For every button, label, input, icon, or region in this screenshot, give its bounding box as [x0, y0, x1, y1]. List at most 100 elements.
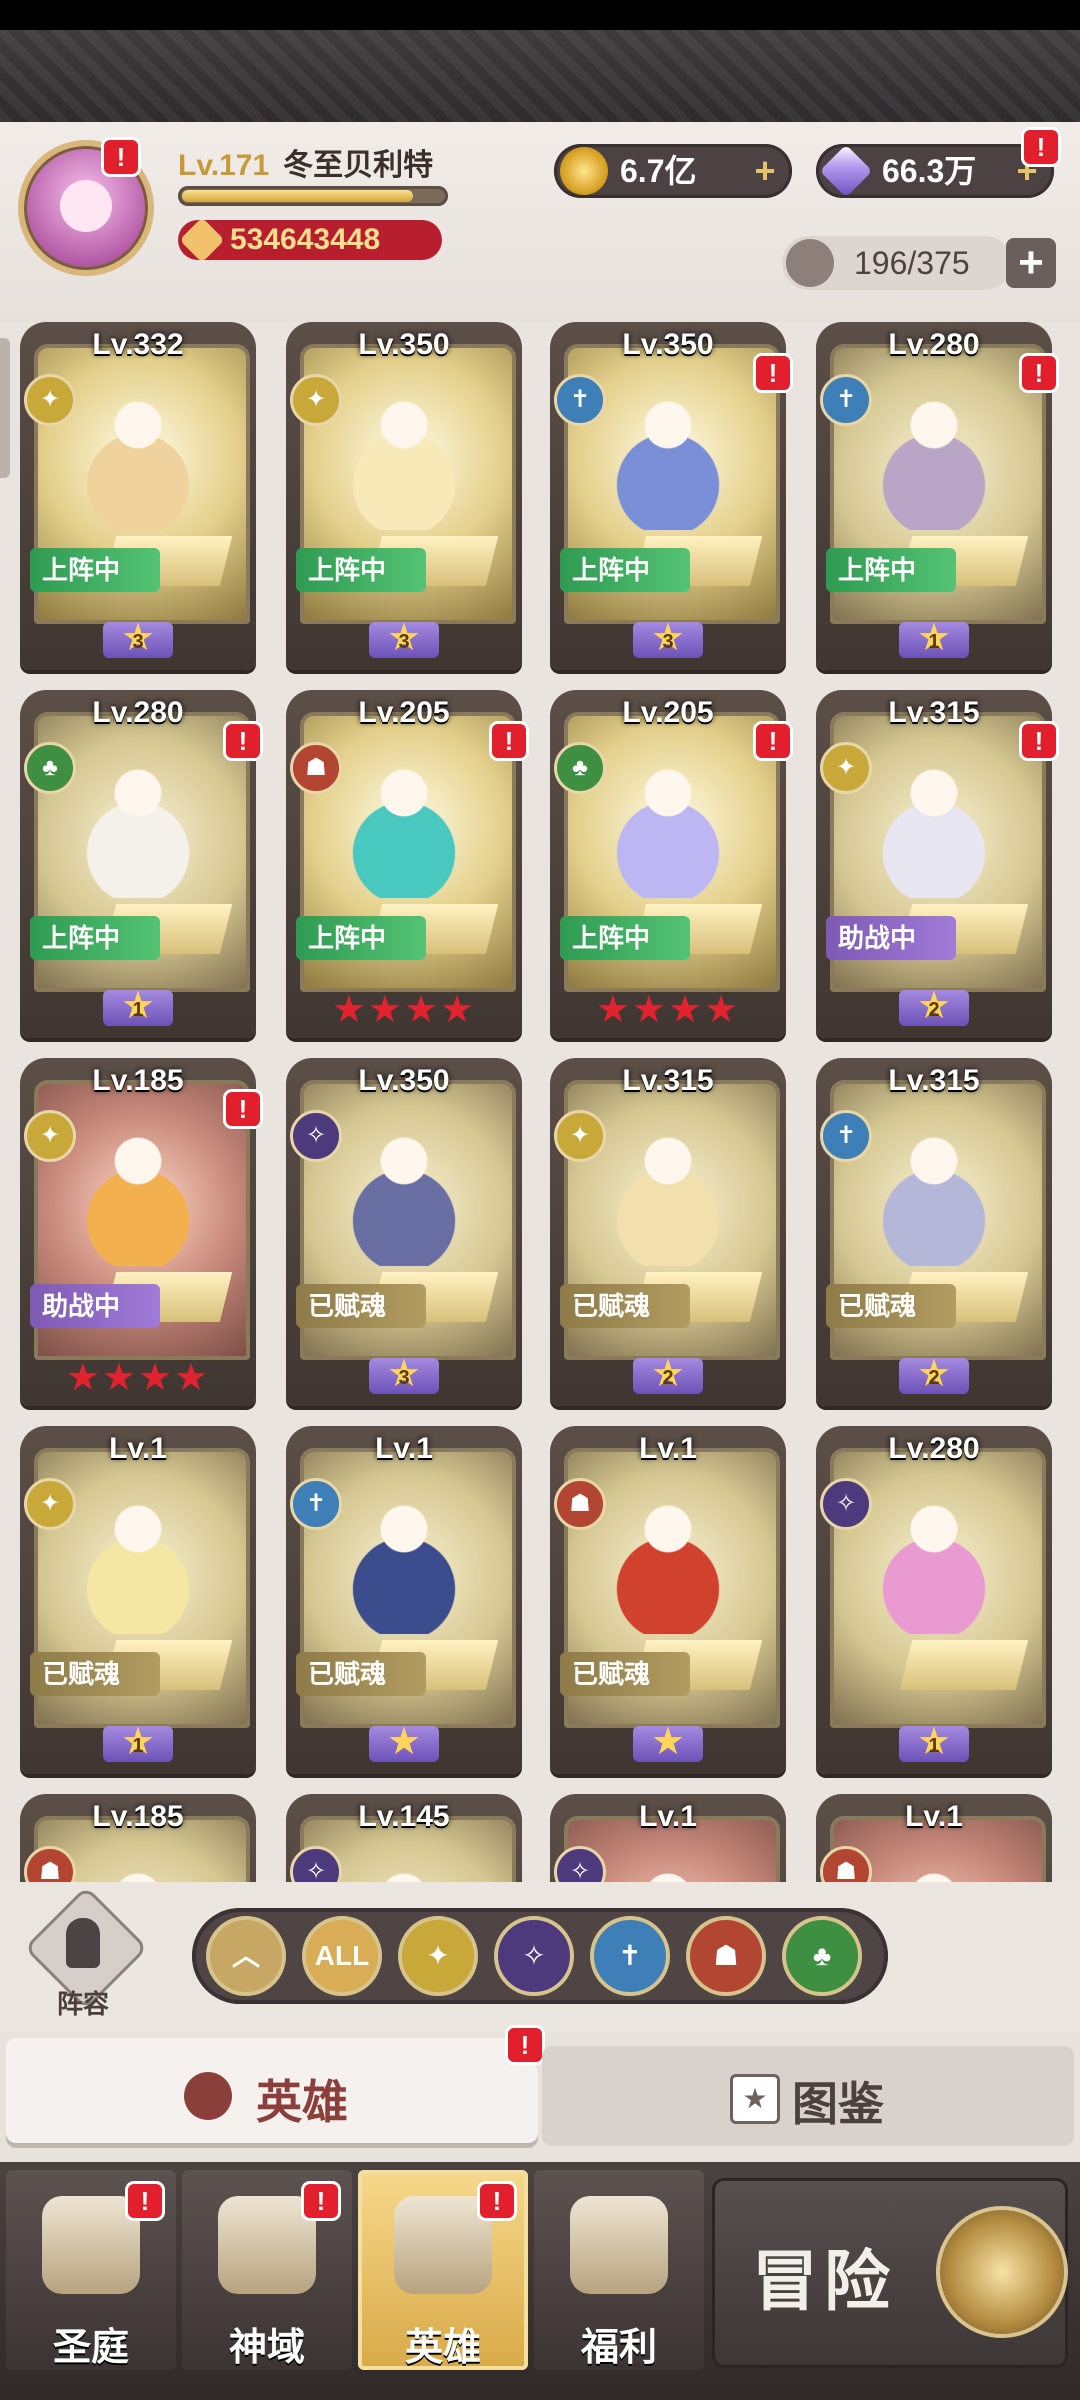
hero-star-rank: ★ 3: [550, 619, 786, 662]
hero-star-rank: ★: [286, 1723, 522, 1766]
hero-card[interactable]: Lv.315 ✦! 助战中 ★ 2: [816, 690, 1056, 1038]
hero-level: Lv.185: [92, 1800, 184, 1833]
star-count: 2: [928, 1367, 940, 1389]
gold-coin-icon: [560, 147, 608, 195]
star-count: 1: [928, 631, 940, 653]
hero-alert-badge: !: [226, 1092, 260, 1126]
player-name: 冬至贝利特: [283, 149, 434, 182]
hero-star-rank: ★ 1: [20, 1723, 256, 1766]
hero-card[interactable]: Lv.1 ✧: [550, 1794, 786, 1882]
beast-faction-icon: ☗: [290, 742, 342, 794]
hero-card[interactable]: Lv.185 ☗: [20, 1794, 256, 1882]
hero-sprite: [334, 748, 474, 898]
lineup-label: 阵容: [56, 1989, 109, 2019]
hero-card[interactable]: Lv.185 ✦! 助战中 ★★★★: [20, 1058, 260, 1406]
hero-pedestal: [899, 1640, 1029, 1690]
hero-card[interactable]: Lv.1 ✝ 已赋魂 ★: [286, 1426, 522, 1774]
hero-card[interactable]: Lv.280 ✝! 上阵中 ★ 1: [816, 322, 1056, 670]
hero-capacity-value: 196/375: [854, 245, 970, 281]
hero-card[interactable]: Lv.1 ☗: [816, 1794, 1052, 1882]
hero-level: Lv.1: [109, 1432, 167, 1465]
hero-star-rank: ★ 3: [20, 619, 256, 662]
lineup-button[interactable]: 阵容: [23, 1885, 149, 2019]
star-plate: ★ 3: [633, 619, 703, 658]
hero-card[interactable]: Lv.280 ✧ ★ 1: [816, 1426, 1052, 1774]
hero-status-tag: 已赋魂: [296, 1284, 426, 1328]
gold-currency[interactable]: 6.7亿 +: [554, 144, 792, 198]
hero-card[interactable]: Lv.205 ☗! 上阵中 ★★★★: [286, 690, 526, 1038]
tab-codex[interactable]: ★ 图鉴: [542, 2046, 1074, 2146]
hero-helmet-icon: [184, 2072, 232, 2120]
hero-card[interactable]: Lv.315 ✝ 已赋魂 ★ 2: [816, 1058, 1052, 1406]
hero-star-rank: ★ 1: [816, 619, 1052, 662]
avatar-alert-badge: !: [104, 140, 138, 174]
star-count: 1: [132, 1735, 144, 1757]
hero-card[interactable]: Lv.1 ☗ 已赋魂 ★: [550, 1426, 786, 1774]
hero-sprite: [598, 1116, 738, 1266]
hero-status-tag: 上阵中: [30, 548, 160, 592]
hero-sprite: [68, 748, 208, 898]
nav-icon: [570, 2196, 668, 2294]
hero-sprite: [864, 1484, 1004, 1634]
filter-holy-icon[interactable]: ✝: [590, 1916, 670, 1996]
faction-filter-bar: ︿ ALL ✦ ✧ ✝ ☗ ♣: [192, 1908, 888, 2004]
hero-level: Lv.315: [622, 1064, 714, 1097]
hero-card[interactable]: Lv.145 ✧: [286, 1794, 522, 1882]
player-level-name: Lv.171 冬至贝利特: [178, 140, 433, 184]
hero-card[interactable]: Lv.315 ✦ 已赋魂 ★ 2: [550, 1058, 786, 1406]
filter-dark-icon[interactable]: ✧: [494, 1916, 574, 1996]
filter-all-button[interactable]: ALL: [302, 1916, 382, 1996]
hero-card[interactable]: Lv.350 ✝! 上阵中 ★ 3: [550, 322, 790, 670]
hero-level: Lv.205: [358, 696, 450, 729]
hero-card[interactable]: Lv.350 ✦ 上阵中 ★ 3: [286, 322, 522, 670]
compass-icon: [936, 2206, 1068, 2338]
filter-up-icon[interactable]: ︿: [206, 1916, 286, 1996]
filter-nature-icon[interactable]: ♣: [782, 1916, 862, 1996]
hero-card[interactable]: Lv.205 ♣! 上阵中 ★★★★: [550, 690, 790, 1038]
light-faction-icon: ✦: [554, 1110, 606, 1162]
hero-sprite: [864, 1116, 1004, 1266]
hero-alert-badge: !: [492, 724, 526, 758]
hero-card[interactable]: Lv.332 ✦ 上阵中 ★ 3: [20, 322, 256, 670]
hero-level: Lv.280: [92, 696, 184, 729]
hero-card[interactable]: Lv.1 ✦ 已赋魂 ★ 1: [20, 1426, 256, 1774]
hero-star-rank: ★ 1: [20, 987, 256, 1030]
star-count: 3: [132, 631, 144, 653]
gem-currency[interactable]: 66.3万 +: [816, 144, 1054, 198]
hero-card[interactable]: Lv.280 ♣! 上阵中 ★ 1: [20, 690, 260, 1038]
tab-heroes[interactable]: 英雄: [6, 2038, 538, 2148]
nav-alert-badge: !: [304, 2184, 338, 2218]
hero-star-rank: ★ 1: [816, 1723, 1052, 1766]
hero-status-tag: 已赋魂: [296, 1652, 426, 1696]
tab-codex-label: 图鉴: [792, 2078, 884, 2130]
hero-card[interactable]: Lv.350 ✧ 已赋魂 ★ 3: [286, 1058, 522, 1406]
hero-star-rank: ★ 3: [286, 619, 522, 662]
diamond-icon: [819, 144, 873, 198]
dark-faction-icon: ✧: [290, 1110, 342, 1162]
star-count: 3: [398, 631, 410, 653]
gold-amount: 6.7亿: [620, 153, 697, 189]
star-plate: ★ 2: [633, 1355, 703, 1394]
holy-faction-icon: ✝: [820, 374, 872, 426]
hero-status-tag: 助战中: [30, 1284, 160, 1328]
filter-light-icon[interactable]: ✦: [398, 1916, 478, 1996]
hero-sprite: [334, 1484, 474, 1634]
adventure-button[interactable]: 冒险: [712, 2178, 1068, 2368]
hero-sprite: [864, 748, 1004, 898]
player-level: Lv.171: [178, 149, 270, 182]
filter-beast-icon[interactable]: ☗: [686, 1916, 766, 1996]
light-faction-icon: ✦: [820, 742, 872, 794]
holy-faction-icon: ✝: [554, 374, 606, 426]
hero-sprite: [598, 1484, 738, 1634]
gold-plus-icon[interactable]: +: [748, 153, 782, 189]
hero-star-rank: ★★★★: [595, 989, 741, 1031]
nature-faction-icon: ♣: [554, 742, 606, 794]
tab-heroes-label: 英雄: [256, 2076, 348, 2128]
power-icon: [179, 217, 225, 263]
star-plate: ★: [369, 1723, 439, 1762]
capacity-plus-button[interactable]: +: [1006, 238, 1056, 288]
hero-sprite: [598, 380, 738, 530]
hero-level: Lv.205: [622, 696, 714, 729]
nav-item[interactable]: 福利: [534, 2170, 704, 2370]
hero-sprite: [68, 380, 208, 530]
